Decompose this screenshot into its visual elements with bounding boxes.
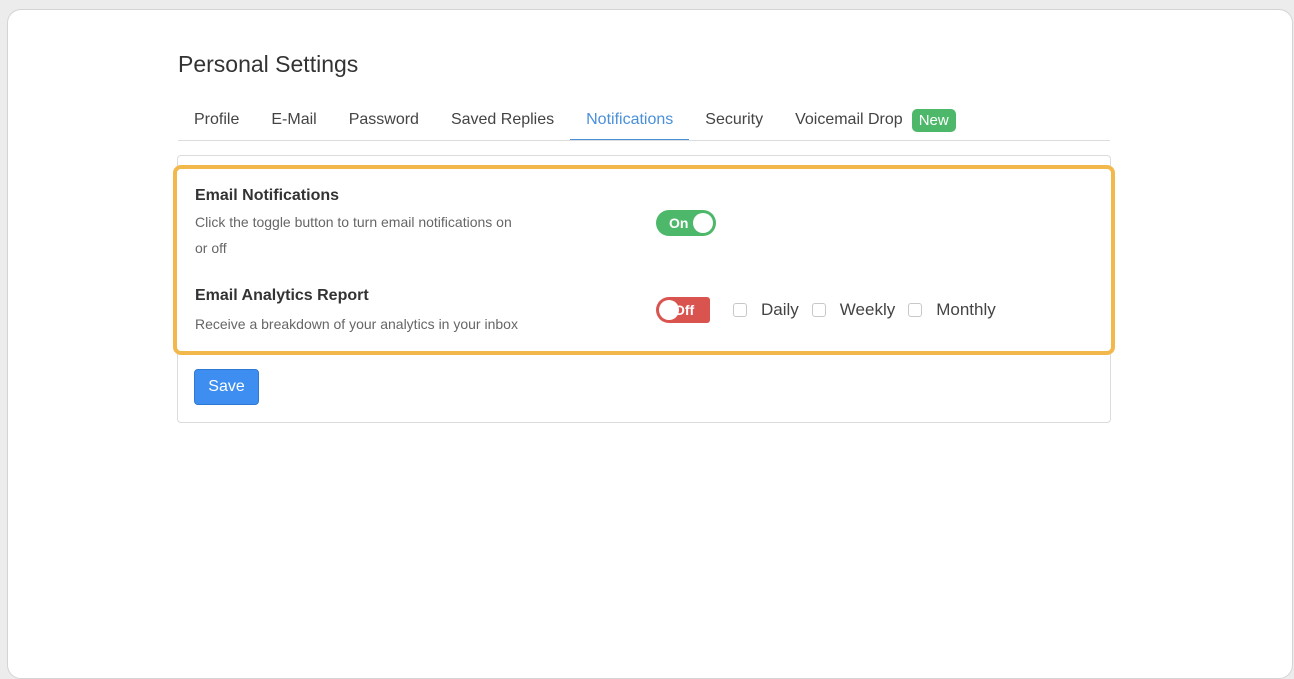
tab-label: E-Mail	[271, 111, 317, 128]
weekly-label: Weekly	[839, 300, 896, 319]
toggle-on-label: On	[669, 215, 689, 231]
toggle-knob	[693, 213, 713, 233]
weekly-checkbox[interactable]	[811, 303, 826, 317]
monthly-checkbox[interactable]	[908, 303, 923, 317]
tab-security[interactable]: Security	[689, 100, 779, 140]
tab-password[interactable]: Password	[333, 100, 435, 140]
monthly-option[interactable]: Monthly	[908, 300, 996, 320]
email-analytics-toggle[interactable]: Off	[656, 297, 710, 323]
tab-notifications[interactable]: Notifications	[570, 100, 690, 140]
tab-label: Saved Replies	[450, 111, 555, 128]
email-notifications-toggle[interactable]: On	[656, 210, 716, 236]
daily-label: Daily	[761, 300, 799, 319]
settings-tabs: Profile E-Mail Password Saved Replies No…	[178, 100, 1110, 141]
tab-label: Voicemail Drop	[795, 111, 903, 128]
email-analytics-title: Email Analytics Report	[195, 287, 369, 304]
weekly-option[interactable]: Weekly	[811, 300, 896, 320]
tab-label: Notifications	[586, 110, 674, 128]
save-button[interactable]: Save	[194, 369, 259, 405]
tab-label: Profile	[194, 111, 240, 128]
tab-email[interactable]: E-Mail	[255, 100, 332, 140]
daily-checkbox[interactable]	[733, 303, 747, 317]
tab-saved-replies[interactable]: Saved Replies	[435, 100, 570, 140]
tab-label: Password	[348, 111, 419, 128]
email-notifications-description-line1: Click the toggle button to turn email no…	[195, 214, 512, 230]
page-title: Personal Settings	[178, 51, 359, 77]
email-analytics-description: Receive a breakdown of your analytics in…	[195, 316, 518, 332]
tab-profile[interactable]: Profile	[178, 100, 255, 140]
tab-label: Security	[705, 111, 764, 128]
email-notifications-title: Email Notifications	[195, 187, 340, 204]
monthly-label: Monthly	[936, 300, 996, 319]
email-notifications-description-line2: or off	[195, 240, 227, 256]
daily-option[interactable]: Daily	[733, 300, 799, 320]
new-badge: New	[911, 108, 956, 132]
tab-voicemail-drop[interactable]: Voicemail Drop New	[779, 100, 972, 140]
analytics-frequency-options: Daily Weekly Monthly	[733, 298, 1009, 322]
toggle-knob	[659, 300, 679, 320]
